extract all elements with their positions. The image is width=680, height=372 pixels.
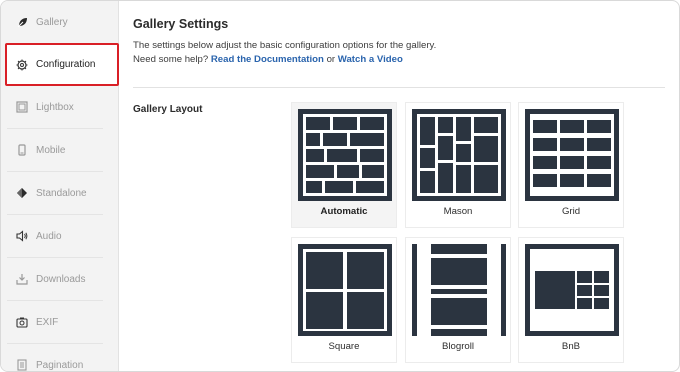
help-prefix: Need some help?	[133, 54, 209, 65]
help-line: Need some help? Read the Documentation o…	[133, 53, 436, 67]
lightbox-icon	[15, 100, 29, 114]
layout-label: Square	[328, 341, 360, 352]
documentation-link[interactable]: Read the Documentation	[211, 54, 324, 65]
download-icon	[15, 272, 29, 286]
mobile-icon	[15, 143, 29, 157]
gear-icon	[15, 58, 29, 72]
bnb-layout-icon	[525, 244, 619, 336]
speaker-icon	[15, 229, 29, 243]
layout-option-blogroll[interactable]: Blogroll	[405, 237, 511, 363]
sidebar-item-label: Pagination	[36, 359, 84, 371]
sidebar-item-gallery[interactable]: Gallery	[7, 1, 103, 44]
standalone-icon	[15, 186, 29, 200]
sidebar-item-label: EXIF	[36, 316, 59, 328]
sidebar-item-label: Gallery	[36, 17, 68, 28]
layout-label: Grid	[561, 206, 581, 217]
sidebar-item-label: Lightbox	[36, 101, 74, 113]
layout-option-square[interactable]: Square	[291, 237, 397, 363]
sidebar-item-configuration[interactable]: Configuration	[5, 43, 119, 86]
section-divider	[133, 87, 665, 88]
sidebar-item-exif[interactable]: EXIF	[7, 301, 103, 344]
sidebar-item-label: Configuration	[36, 59, 96, 70]
sidebar-item-label: Mobile	[36, 144, 66, 156]
pagination-icon	[15, 358, 29, 371]
camera-icon	[15, 315, 29, 329]
sidebar-item-audio[interactable]: Audio	[7, 215, 103, 258]
layout-label: Automatic	[320, 206, 368, 217]
sidebar-item-mobile[interactable]: Mobile	[7, 129, 103, 172]
description-text: The settings below adjust the basic conf…	[133, 40, 437, 51]
layout-label: Mason	[443, 206, 473, 217]
sidebar-item-label: Audio	[36, 230, 62, 242]
gallery-layout-label: Gallery Layout	[133, 104, 203, 115]
sidebar-item-label: Downloads	[36, 273, 86, 285]
layout-label: Blogroll	[442, 341, 474, 352]
leaf-icon	[15, 16, 29, 30]
sidebar-item-downloads[interactable]: Downloads	[7, 258, 103, 301]
app-frame: Gallery Configuration Lightbox Mobile St…	[0, 0, 680, 372]
blogroll-layout-icon	[412, 244, 506, 336]
sidebar-item-pagination[interactable]: Pagination	[7, 344, 103, 371]
automatic-layout-icon	[298, 109, 392, 201]
layout-option-grid[interactable]: Grid	[518, 102, 624, 228]
layout-label: BnB	[561, 341, 581, 352]
sidebar-item-lightbox[interactable]: Lightbox	[7, 86, 103, 129]
page-title: Gallery Settings	[133, 17, 229, 31]
main-panel: Gallery Settings The settings below adju…	[119, 1, 679, 371]
grid-layout-icon	[525, 109, 619, 201]
layout-option-bnb[interactable]: BnB	[518, 237, 624, 363]
layout-option-mason[interactable]: Mason	[405, 102, 511, 228]
settings-description: The settings below adjust the basic conf…	[133, 39, 436, 67]
settings-sidebar: Gallery Configuration Lightbox Mobile St…	[1, 1, 119, 371]
layout-option-automatic[interactable]: Automatic	[291, 102, 397, 228]
video-link[interactable]: Watch a Video	[338, 54, 403, 65]
sidebar-item-standalone[interactable]: Standalone	[7, 172, 103, 215]
mason-layout-icon	[412, 109, 506, 201]
or-text: or	[326, 54, 336, 65]
sidebar-item-label: Standalone	[36, 187, 87, 199]
square-layout-icon	[298, 244, 392, 336]
